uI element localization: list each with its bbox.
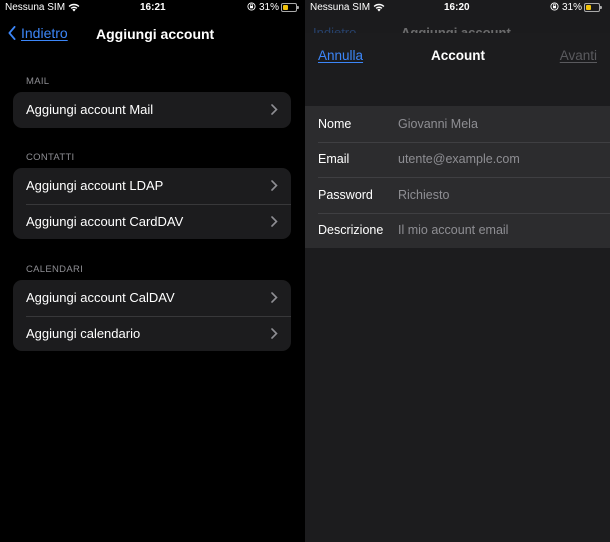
sheet-header: Annulla Account Avanti [305,33,610,105]
chevron-right-icon [271,104,278,115]
status-bar: Nessuna SIM 16:21 31% [0,0,304,16]
status-time: 16:20 [444,2,470,13]
field-email: Email [305,141,610,178]
account-form: Nome Email Password Descrizione [305,106,610,248]
chevron-right-icon [271,215,278,227]
row-label: Aggiungi account Mail [26,102,154,118]
field-label: Nome [318,116,352,131]
wifi-icon [68,3,80,12]
row-add-ldap-account[interactable]: Aggiungi account LDAP [13,168,291,204]
row-add-carddav-account[interactable]: Aggiungi account CardDAV [13,203,291,240]
name-input[interactable] [398,116,602,131]
row-add-mail-account[interactable]: Aggiungi account Mail [13,92,291,128]
field-label: Descrizione [318,223,384,238]
field-name: Nome [305,106,610,142]
wifi-icon [373,3,385,12]
next-button[interactable]: Avanti [560,48,597,63]
battery-percent: 31% [259,2,280,13]
sheet-title: Account [431,48,485,63]
row-label: Aggiungi calendario [26,325,141,341]
email-input[interactable] [398,152,602,167]
chevron-right-icon [271,292,278,303]
row-label: Aggiungi account LDAP [26,178,164,194]
field-password: Password [305,177,610,213]
page-title: Aggiungi account [96,26,215,42]
chevron-left-icon [8,26,16,40]
group-calendari: Aggiungi account CalDAV Aggiungi calenda… [13,280,291,351]
password-input[interactable] [398,187,602,202]
right-screen: Nessuna SIM 16:20 31% Indietro Aggiungi … [305,0,610,542]
field-description: Descrizione [305,212,610,249]
rotation-lock-icon [550,2,559,11]
chevron-right-icon [271,327,278,339]
section-header-contatti: CONTATTI [26,152,75,163]
row-add-caldav-account[interactable]: Aggiungi account CalDAV [13,280,291,316]
carrier-label: Nessuna SIM [5,2,66,13]
rotation-lock-icon [247,2,256,11]
battery-icon [281,3,299,12]
row-label: Aggiungi account CardDAV [26,213,184,229]
nav-bar: Indietro Aggiungi account [0,20,304,50]
chevron-right-icon [271,180,278,191]
group-contatti: Aggiungi account LDAP Aggiungi account C… [13,168,291,239]
section-header-calendari: CALENDARI [26,264,84,275]
left-screen: Nessuna SIM 16:21 31% Indietro Aggiungi … [0,0,304,542]
row-add-calendar[interactable]: Aggiungi calendario [13,315,291,352]
status-bar: Nessuna SIM 16:20 31% [305,0,610,16]
status-time: 16:21 [140,2,166,13]
section-header-mail: MAIL [26,76,50,87]
group-mail: Aggiungi account Mail [13,92,291,128]
field-label: Password [318,187,373,202]
account-sheet: Annulla Account Avanti Nome Email Passwo… [305,33,610,542]
row-label: Aggiungi account CalDAV [26,290,175,306]
battery-icon [584,3,602,12]
back-button[interactable]: Indietro [7,25,68,41]
carrier-label: Nessuna SIM [310,2,371,13]
back-label: Indietro [21,25,68,41]
cancel-button[interactable]: Annulla [318,48,363,63]
field-label: Email [318,152,350,167]
description-input[interactable] [398,223,602,238]
battery-percent: 31% [562,2,583,13]
